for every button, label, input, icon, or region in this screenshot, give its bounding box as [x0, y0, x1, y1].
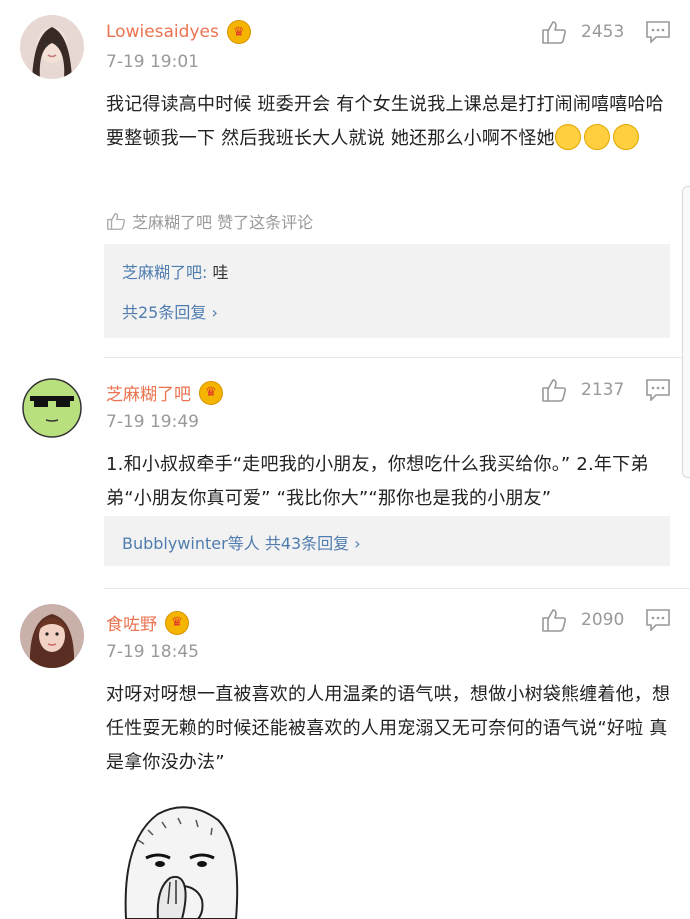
like-count: 2453: [581, 22, 625, 42]
timestamp: 7-19 19:01: [106, 52, 199, 72]
reply-line: 芝麻糊了吧: 哇: [122, 259, 229, 283]
username[interactable]: Lowiesaidyes ♛: [106, 20, 251, 44]
avatar[interactable]: [20, 15, 84, 79]
like-button[interactable]: 2137: [541, 378, 624, 402]
timestamp: 7-19 18:45: [106, 642, 199, 662]
username[interactable]: 食咗野 ♛: [106, 610, 189, 635]
comment-icon[interactable]: [646, 609, 670, 631]
thumbs-up-icon: [107, 212, 126, 230]
divider: [104, 588, 690, 589]
sticker-image[interactable]: [118, 800, 240, 919]
username-text[interactable]: 芝麻糊了吧: [106, 380, 191, 405]
scrollbar[interactable]: [682, 186, 690, 478]
thumbs-up-icon: [542, 609, 567, 632]
comment-icon[interactable]: [646, 21, 670, 43]
vip-crown-icon: ♛: [199, 380, 223, 405]
like-count: 2090: [581, 610, 625, 630]
timestamp: 7-19 19:49: [106, 412, 199, 432]
username[interactable]: 芝麻糊了吧 ♛: [106, 380, 223, 405]
vip-crown-icon: ♛: [165, 610, 189, 635]
like-button[interactable]: 2453: [541, 20, 624, 44]
avatar[interactable]: [20, 604, 84, 668]
vip-crown-icon: ♛: [226, 20, 251, 44]
comment-2: 芝麻糊了吧 ♛ 7-19 19:49 2137 1.和小叔叔牵手“走吧我的小朋友…: [0, 360, 690, 590]
comment-text: 我记得读高中时候 班委开会 有个女生说我上课总是打打闹闹嘻嘻哈哈 要整顿我一下 …: [106, 88, 676, 156]
reply-more-link[interactable]: 共25条回复 ›: [122, 299, 218, 323]
comment-icon[interactable]: [646, 379, 670, 401]
smile-emoji: [583, 124, 610, 150]
like-count: 2137: [581, 380, 625, 400]
username-text[interactable]: 食咗野: [106, 610, 157, 635]
smile-emoji: [554, 124, 581, 150]
liked-by-text: 芝麻糊了吧 赞了这条评论: [132, 213, 314, 232]
thumbs-up-icon: [542, 21, 567, 44]
like-button[interactable]: 2090: [541, 608, 624, 632]
comment-3: 食咗野 ♛ 7-19 18:45 2090 对呀对呀想一直被喜欢的人用温柔的语气…: [0, 590, 690, 919]
reply-author[interactable]: 芝麻糊了吧:: [122, 263, 207, 282]
reply-preview[interactable]: Bubblywinter等人 共43条回复 ›: [104, 516, 670, 566]
username-text[interactable]: Lowiesaidyes: [106, 22, 219, 42]
comment-text: 1.和小叔叔牵手“走吧我的小朋友，你想吃什么我买给你。” 2.年下弟弟“小朋友你…: [106, 454, 649, 509]
reply-line: Bubblywinter等人 共43条回复 ›: [122, 530, 361, 554]
reply-preview[interactable]: 芝麻糊了吧: 哇 共25条回复 ›: [104, 244, 670, 338]
avatar[interactable]: [20, 374, 84, 438]
comment-1: Lowiesaidyes ♛ 7-19 19:01 2453 我记得读高中时候 …: [0, 0, 690, 340]
comment-text: 对呀对呀想一直被喜欢的人用温柔的语气哄，想做小树袋熊缠着他，想任性耍无赖的时候还…: [106, 684, 671, 773]
smile-emoji: [612, 124, 639, 150]
thumbs-up-icon: [542, 379, 567, 402]
reply-text: 哇: [207, 263, 229, 282]
liked-by: 芝麻糊了吧 赞了这条评论: [106, 209, 313, 233]
reply-users[interactable]: Bubblywinter等人: [122, 534, 260, 553]
reply-more-link[interactable]: 共43条回复 ›: [265, 534, 361, 553]
divider: [104, 357, 690, 358]
